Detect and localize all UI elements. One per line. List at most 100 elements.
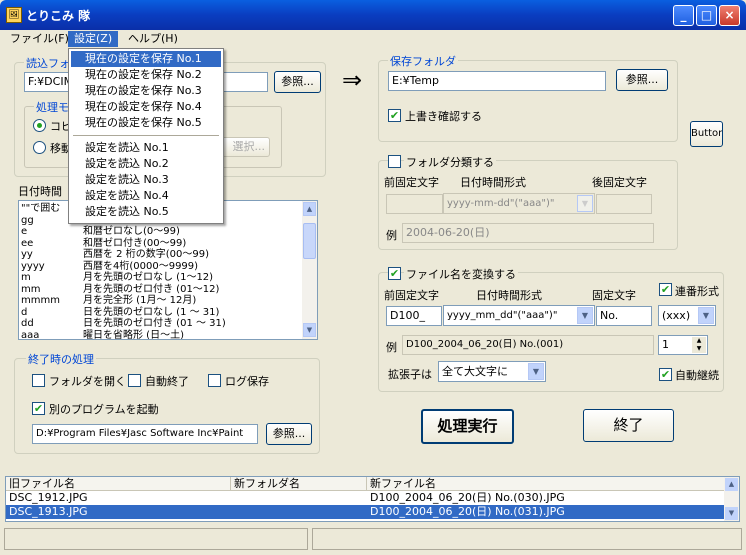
folder-datetime-select[interactable]: yyyy-mm-dd"("aaa")" ▼ xyxy=(443,193,595,214)
rename-example-value: D100_2004_06_20(日) No.(001) xyxy=(402,335,654,355)
log-save-checkbox[interactable] xyxy=(208,374,221,387)
grid-scrollbar[interactable]: ▲ ▼ xyxy=(724,477,739,521)
rename-prefix-label: 前固定文字 xyxy=(384,289,439,302)
rename-fixed-input[interactable]: No. xyxy=(596,306,652,326)
start-number-input[interactable]: 1 ▲ ▼ xyxy=(658,335,708,355)
spin-up-icon[interactable]: ▲ xyxy=(692,337,706,345)
menu-item-load-5[interactable]: 設定を読込 No.5 xyxy=(71,204,221,220)
scroll-down-icon[interactable]: ▼ xyxy=(725,507,738,520)
format-code: e xyxy=(21,226,28,237)
start-number-value: 1 xyxy=(662,338,669,351)
auto-continue-label: 自動継続 xyxy=(675,369,719,382)
menu-settings[interactable]: 設定(Z) xyxy=(68,31,119,47)
spin-down-icon[interactable]: ▼ xyxy=(692,345,706,353)
format-code: mm xyxy=(21,283,41,295)
format-list-scrollbar[interactable]: ▲ ▼ xyxy=(302,201,317,339)
move-radio[interactable] xyxy=(33,141,46,154)
menu-file[interactable]: ファイル(F) xyxy=(4,31,75,47)
format-code: mmmm xyxy=(21,295,60,306)
select-button[interactable]: 選択... xyxy=(216,137,270,157)
folder-prefix-input[interactable] xyxy=(386,194,443,214)
new-filename-cell: D100_2004_06_20(日) No.(030).JPG xyxy=(370,491,565,504)
close-button[interactable]: × xyxy=(719,5,740,26)
overwrite-confirm-checkbox[interactable]: ✔ xyxy=(388,109,401,122)
auto-exit-checkbox[interactable] xyxy=(128,374,141,387)
menu-item-save-5[interactable]: 現在の設定を保存 No.5 xyxy=(71,115,221,131)
format-code: m xyxy=(21,272,31,283)
menu-item-load-3[interactable]: 設定を読込 No.3 xyxy=(71,172,221,188)
status-pane-left xyxy=(4,528,308,550)
menu-item-save-4[interactable]: 現在の設定を保存 No.4 xyxy=(71,99,221,115)
launch-program-checkbox[interactable]: ✔ xyxy=(32,402,45,415)
scroll-up-icon[interactable]: ▲ xyxy=(725,478,738,491)
scroll-thumb[interactable] xyxy=(303,223,316,259)
chevron-down-icon[interactable]: ▼ xyxy=(698,307,714,324)
save-folder-label: 保存フォルダ xyxy=(388,53,458,69)
format-code: ""で囲む xyxy=(21,203,61,214)
old-filename-cell: DSC_1913.JPG xyxy=(9,505,88,518)
chevron-down-icon[interactable]: ▼ xyxy=(528,363,544,380)
side-button[interactable]: Button1 xyxy=(690,121,723,147)
rename-datetime-label: 日付時間形式 xyxy=(476,289,542,302)
program-path-input[interactable]: D:¥Program Files¥Jasc Software Inc¥Paint xyxy=(32,424,258,444)
menu-item-load-2[interactable]: 設定を読込 No.2 xyxy=(71,156,221,172)
serial-format-select[interactable]: (xxx) ▼ xyxy=(658,305,716,326)
chevron-down-icon[interactable]: ▼ xyxy=(577,307,593,324)
format-code: yy xyxy=(21,249,33,260)
format-code: aaa xyxy=(21,329,40,340)
save-folder-browse-button[interactable]: 参照... xyxy=(616,69,668,91)
rename-prefix-input[interactable]: D100_ xyxy=(386,306,442,326)
format-description: 月を先頭のゼロ付き (01〜12) xyxy=(83,283,220,295)
read-folder-browse-button[interactable]: 参照... xyxy=(274,71,321,93)
maximize-button[interactable]: □ xyxy=(696,5,717,26)
chevron-down-icon[interactable]: ▼ xyxy=(577,195,593,212)
column-old-filename[interactable]: 旧ファイル名 xyxy=(6,477,231,491)
folder-example-value: 2004-06-20(日) xyxy=(402,223,654,243)
format-code: d xyxy=(21,306,28,318)
file-grid[interactable]: 旧ファイル名 新フォルダ名 新ファイル名 DSC_1912.JPG D100_2… xyxy=(5,476,740,522)
format-code: dd xyxy=(21,318,34,329)
folder-classify-label: フォルダ分類する xyxy=(404,154,496,170)
menu-item-save-2[interactable]: 現在の設定を保存 No.2 xyxy=(71,67,221,83)
menu-separator xyxy=(73,135,219,136)
format-description: 和暦ゼロなし(0〜99) xyxy=(83,226,180,237)
rename-datetime-select[interactable]: yyyy_mm_dd"("aaa")" ▼ xyxy=(443,305,595,326)
scroll-up-icon[interactable]: ▲ xyxy=(303,202,316,216)
folder-suffix-input[interactable] xyxy=(596,194,652,214)
table-row[interactable]: DSC_1913.JPG D100_2004_06_20(日) No.(031)… xyxy=(6,505,725,519)
execute-button[interactable]: 処理実行 xyxy=(421,409,514,444)
extension-label: 拡張子は xyxy=(388,368,432,381)
table-row[interactable]: DSC_1912.JPG D100_2004_06_20(日) No.(030)… xyxy=(6,491,725,505)
scroll-down-icon[interactable]: ▼ xyxy=(303,323,316,337)
menu-item-save-1[interactable]: 現在の設定を保存 No.1 xyxy=(71,51,221,67)
menu-help[interactable]: ヘルプ(H) xyxy=(122,31,184,47)
new-folder-cell xyxy=(231,505,367,519)
column-new-folder[interactable]: 新フォルダ名 xyxy=(231,477,367,491)
auto-exit-label: 自動終了 xyxy=(145,375,189,388)
extension-select[interactable]: 全て大文字に ▼ xyxy=(438,361,546,382)
rename-checkbox[interactable]: ✔ xyxy=(388,267,401,280)
menu-item-save-3[interactable]: 現在の設定を保存 No.3 xyxy=(71,83,221,99)
folder-classify-checkbox[interactable] xyxy=(388,155,401,168)
auto-continue-checkbox[interactable]: ✔ xyxy=(659,368,672,381)
window-title: とりこみ 隊 xyxy=(26,9,91,23)
format-code: gg xyxy=(21,214,34,226)
format-description: 西暦を 2 桁の数字(00〜99) xyxy=(83,249,209,260)
column-new-filename[interactable]: 新ファイル名 xyxy=(367,477,725,491)
menu-item-load-1[interactable]: 設定を読込 No.1 xyxy=(71,140,221,156)
menu-item-load-4[interactable]: 設定を読込 No.4 xyxy=(71,188,221,204)
copy-radio[interactable] xyxy=(33,119,46,132)
minimize-button[interactable]: _ xyxy=(673,5,694,26)
open-folder-checkbox[interactable] xyxy=(32,374,45,387)
program-browse-button[interactable]: 参照... xyxy=(266,423,312,445)
exit-button[interactable]: 終了 xyxy=(583,409,674,442)
settings-dropdown-menu: 現在の設定を保存 No.1 現在の設定を保存 No.2 現在の設定を保存 No.… xyxy=(68,48,224,224)
end-process-label: 終了時の処理 xyxy=(26,351,96,367)
title-bar[interactable]: 🖼 とりこみ 隊 _ □ × xyxy=(0,0,746,30)
save-folder-input[interactable]: E:¥Temp xyxy=(388,71,606,91)
serial-format-checkbox[interactable]: ✔ xyxy=(659,283,672,296)
format-description: 日を先頭のゼロなし (1 〜 31) xyxy=(83,306,220,318)
folder-datetime-label: 日付時間形式 xyxy=(460,176,526,189)
mode-label: 処理モ xyxy=(34,99,71,115)
format-code: yyyy xyxy=(21,260,45,272)
